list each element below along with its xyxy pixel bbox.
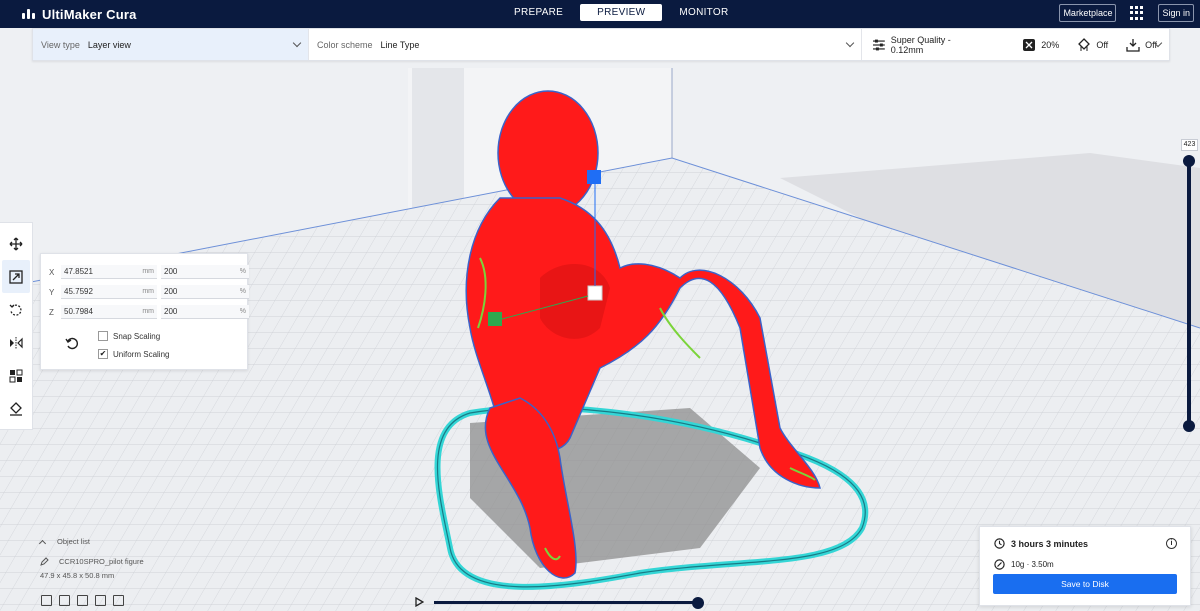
apps-grid-icon[interactable]: [1130, 6, 1144, 20]
ultimaker-logo-icon: [22, 9, 36, 19]
object-dimensions: 47.9 x 45.8 x 50.8 mm: [40, 571, 115, 580]
support-value: Off: [1096, 39, 1109, 50]
quality-value: Super Quality - 0.12mm: [890, 34, 951, 55]
object-name: CCR10SPRO_pilot figure: [59, 557, 144, 566]
layer-progress-handle[interactable]: [692, 597, 704, 609]
material-usage-value: 10g · 3.50m: [1011, 560, 1054, 569]
view-type-value: Layer view: [87, 39, 131, 50]
per-model-settings-icon: [9, 369, 23, 382]
layer-slider-track[interactable]: [1187, 160, 1191, 428]
scale-panel: X 47.8521 mm 200% Y 45.7592 mm 200% Z 50.7…: [40, 253, 249, 370]
layer-slider-upper-handle[interactable]: [1183, 155, 1195, 167]
play-icon[interactable]: [414, 597, 424, 607]
infill-value: 20%: [1041, 39, 1060, 50]
camera-view-buttons: [41, 595, 124, 606]
scale-icon: [9, 269, 23, 284]
move-icon: [9, 237, 23, 250]
view-3d-icon[interactable]: [41, 595, 52, 606]
tab-monitor[interactable]: MONITOR: [662, 4, 745, 21]
scale-handle-z[interactable]: [587, 170, 601, 184]
view-type-label: View type: [41, 39, 80, 50]
snap-scaling-checkbox[interactable]: Snap Scaling: [98, 331, 160, 341]
view-settings-bar: View type Layer view Color scheme Line T…: [32, 28, 1170, 61]
scale-z-percent-input[interactable]: 200%: [161, 305, 249, 319]
scale-x-percent-input[interactable]: 200%: [161, 265, 249, 279]
spool-icon: [994, 559, 1005, 570]
chevron-up-icon: [38, 539, 47, 547]
rotate-tool-button[interactable]: [2, 293, 30, 326]
info-icon[interactable]: i: [1166, 538, 1177, 549]
rotate-icon: [9, 304, 22, 316]
infill-icon: [1023, 38, 1036, 51]
color-scheme-value: Line Type: [380, 39, 420, 50]
uniform-scaling-box[interactable]: ✔: [98, 349, 108, 359]
clock-icon: [994, 538, 1005, 549]
print-info-panel: 3 hours 3 minutes i 10g · 3.50m Save to …: [979, 526, 1191, 606]
support-blocker-icon: [10, 401, 22, 416]
view-front-icon[interactable]: [59, 595, 70, 606]
object-list-item[interactable]: CCR10SPRO_pilot figure: [40, 557, 144, 566]
view-left-icon[interactable]: [95, 595, 106, 606]
tab-prepare[interactable]: PREPARE: [497, 4, 580, 21]
infill-setting: 20%: [1022, 38, 1059, 52]
snap-scaling-label: Snap Scaling: [113, 331, 161, 341]
support-blocker-button[interactable]: [2, 392, 30, 425]
view-type-dropdown[interactable]: View type Layer view: [33, 29, 309, 60]
layer-progress-track[interactable]: [434, 601, 698, 604]
print-time: 3 hours 3 minutes: [994, 538, 1088, 549]
view-right-icon[interactable]: [113, 595, 124, 606]
chevron-down-icon: [845, 38, 855, 48]
color-scheme-label: Color scheme: [317, 39, 373, 50]
print-time-value: 3 hours 3 minutes: [1011, 538, 1089, 549]
pencil-icon: [40, 557, 49, 566]
reset-scale-icon[interactable]: [65, 336, 79, 350]
axis-y-label: Y: [49, 287, 55, 297]
save-to-disk-button[interactable]: Save to Disk: [993, 574, 1177, 594]
color-scheme-dropdown[interactable]: Color scheme Line Type: [309, 29, 862, 60]
quality-setting: Super Quality - 0.12mm: [872, 35, 984, 55]
current-layer-number[interactable]: 423: [1181, 139, 1198, 151]
uniform-scaling-label: Uniform Scaling: [113, 349, 170, 359]
mirror-tool-button[interactable]: [2, 326, 30, 359]
scale-row-y: Y 45.7592 mm 200%: [49, 285, 249, 299]
marketplace-button[interactable]: Marketplace: [1059, 4, 1117, 22]
material-usage: 10g · 3.50m: [994, 559, 1054, 570]
scale-row-z: Z 50.7984 mm 200%: [49, 305, 249, 319]
move-tool-button[interactable]: [2, 227, 30, 260]
object-list: Object list CCR10SPRO_pilot figure 47.9 …: [38, 537, 144, 580]
scale-row-x: X 47.8521 mm 200%: [49, 265, 249, 279]
stage-tabs: PREPARE PREVIEW MONITOR: [497, 4, 746, 21]
support-setting: Off: [1077, 37, 1109, 52]
scale-handle-center[interactable]: [587, 285, 603, 301]
uniform-scaling-checkbox[interactable]: ✔ Uniform Scaling: [98, 349, 169, 359]
adhesion-icon: [1126, 38, 1140, 52]
scale-y-percent-input[interactable]: 200%: [161, 285, 249, 299]
app-header: UltiMaker Cura PREPARE PREVIEW MONITOR M…: [0, 0, 1200, 28]
app-title: UltiMaker Cura: [42, 6, 137, 22]
scale-tool-button[interactable]: [2, 260, 30, 293]
transform-toolbar: [0, 222, 33, 430]
view-top-icon[interactable]: [77, 595, 88, 606]
axis-z-label: Z: [49, 307, 54, 317]
sign-in-button[interactable]: Sign in: [1158, 4, 1194, 22]
scale-y-mm-input[interactable]: 45.7592 mm: [61, 285, 157, 299]
chevron-down-icon: [292, 38, 302, 48]
mirror-icon: [10, 336, 23, 349]
object-list-toggle[interactable]: Object list: [38, 537, 144, 547]
object-list-header: Object list: [57, 537, 90, 546]
support-icon: [1078, 37, 1091, 51]
axis-x-label: X: [49, 267, 55, 277]
scale-handle-x[interactable]: [488, 312, 502, 326]
scale-z-mm-input[interactable]: 50.7984 mm: [61, 305, 157, 319]
tab-preview[interactable]: PREVIEW: [580, 4, 663, 21]
per-model-settings-button[interactable]: [2, 359, 30, 392]
print-settings-dropdown[interactable]: Super Quality - 0.12mm 20% Off Off: [862, 29, 1169, 60]
header-actions: Marketplace Sign in: [1059, 4, 1194, 22]
adhesion-setting: Off: [1126, 38, 1157, 52]
layer-slider-lower-handle[interactable]: [1183, 420, 1195, 432]
app-logo: UltiMaker Cura: [22, 7, 137, 22]
snap-scaling-box[interactable]: [98, 331, 108, 341]
scale-x-mm-input[interactable]: 47.8521 mm: [61, 265, 157, 279]
sliders-icon: [872, 39, 885, 50]
